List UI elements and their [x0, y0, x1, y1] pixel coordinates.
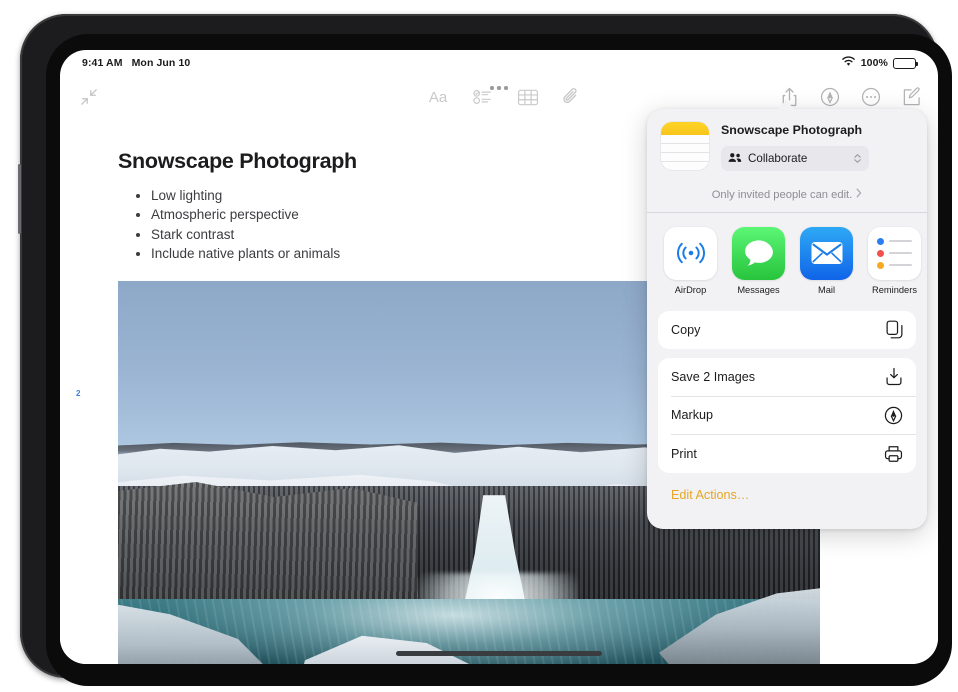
- chevron-right-icon: [856, 188, 862, 201]
- checklist-icon[interactable]: [468, 82, 498, 112]
- action-label: Copy: [671, 323, 700, 337]
- list-item: Stark contrast: [134, 225, 340, 244]
- note-bullet-list: Low lighting Atmospheric perspective Sta…: [134, 186, 340, 263]
- share-doc-title: Snowscape Photograph: [721, 123, 913, 137]
- share-sheet[interactable]: Snowscape Photograph Collaborate: [647, 109, 927, 529]
- share-target-mail[interactable]: Mail: [800, 227, 853, 295]
- action-card-copy: Copy: [658, 311, 916, 349]
- share-target-label: Messages: [732, 285, 785, 295]
- action-label: Print: [671, 447, 697, 461]
- annotation-marker: 2: [76, 389, 80, 398]
- collapse-arrows-icon[interactable]: [74, 82, 104, 112]
- page-title: Snowscape Photograph: [118, 149, 357, 174]
- collaborate-label: Collaborate: [748, 152, 807, 165]
- action-row-copy[interactable]: Copy: [658, 311, 916, 349]
- status-bar: 9:41 AM Mon Jun 10 100%: [60, 50, 938, 76]
- markup-pen-icon[interactable]: [815, 82, 845, 112]
- share-target-reminders[interactable]: Reminders: [868, 227, 921, 295]
- list-item: Low lighting: [134, 186, 340, 205]
- share-app-row[interactable]: AirDrop Messages: [647, 213, 927, 305]
- paperclip-icon[interactable]: [556, 82, 586, 112]
- share-sheet-header: Snowscape Photograph Collaborate: [647, 109, 927, 181]
- battery-icon: [893, 58, 916, 69]
- people-icon: [728, 152, 742, 166]
- action-card-file-actions: Save 2 Images Markup: [658, 358, 916, 473]
- printer-icon: [884, 445, 903, 463]
- status-time: 9:41 AM: [82, 57, 123, 69]
- share-permission-text: Only invited people can edit.: [712, 189, 853, 201]
- ipad-screen: 9:41 AM Mon Jun 10 100%: [60, 50, 938, 664]
- more-ellipsis-icon[interactable]: [856, 82, 886, 112]
- status-bar-left: 9:41 AM Mon Jun 10: [82, 57, 190, 69]
- device-side-button: [18, 164, 21, 234]
- share-action-groups: Copy Save 2 Images: [647, 305, 927, 502]
- notes-app-icon: [661, 122, 709, 170]
- table-icon[interactable]: [513, 82, 543, 112]
- share-target-label: Reminders: [868, 285, 921, 295]
- list-item: Atmospheric perspective: [134, 205, 340, 224]
- text-format-button[interactable]: Aa: [423, 82, 453, 112]
- edit-actions-button[interactable]: Edit Actions…: [658, 482, 916, 502]
- mail-icon: [800, 227, 853, 280]
- reminders-icon: [868, 227, 921, 280]
- copy-icon: [886, 320, 903, 339]
- messages-icon: [732, 227, 785, 280]
- share-target-airdrop[interactable]: AirDrop: [664, 227, 717, 295]
- home-indicator[interactable]: [396, 651, 602, 656]
- markup-pen-icon: [884, 406, 903, 425]
- compose-icon[interactable]: [897, 82, 927, 112]
- action-label: Markup: [671, 408, 713, 422]
- up-down-chevron-icon: [853, 153, 862, 164]
- action-row-save-images[interactable]: Save 2 Images: [658, 358, 916, 396]
- battery-percent: 100%: [861, 57, 888, 69]
- action-row-markup[interactable]: Markup: [658, 396, 916, 434]
- share-target-label: Mail: [800, 285, 853, 295]
- ipad-device-frame: 9:41 AM Mon Jun 10 100%: [20, 14, 938, 678]
- share-target-messages[interactable]: Messages: [732, 227, 785, 295]
- status-bar-right: 100%: [841, 56, 916, 70]
- status-date: Mon Jun 10: [132, 57, 191, 69]
- save-image-icon: [885, 367, 903, 386]
- action-label: Save 2 Images: [671, 370, 755, 384]
- share-sheet-arrow: [777, 100, 795, 110]
- share-permission-row[interactable]: Only invited people can edit.: [647, 181, 927, 212]
- share-target-label: AirDrop: [664, 285, 717, 295]
- airdrop-icon: [664, 227, 717, 280]
- list-item: Include native plants or animals: [134, 244, 340, 263]
- collaborate-dropdown[interactable]: Collaborate: [721, 146, 869, 171]
- wifi-icon: [841, 56, 856, 70]
- action-row-print[interactable]: Print: [658, 435, 916, 473]
